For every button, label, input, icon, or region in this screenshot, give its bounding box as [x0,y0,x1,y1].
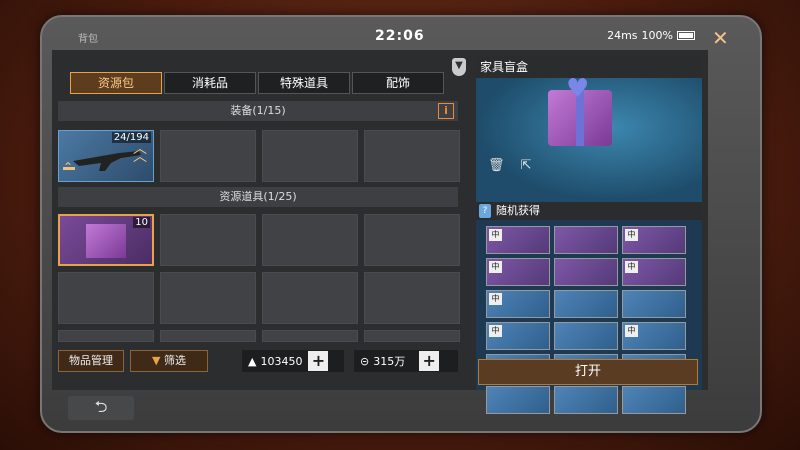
equipment-title: 装备(1/15) [230,104,286,117]
resources-title: 资源道具(1/25) [219,190,297,203]
status-bar: 背包 22:06 24ms 100% [60,28,700,46]
loot-item[interactable] [554,322,618,350]
equipment-grid: 24/194 ︿︿ [58,130,460,182]
loot-item[interactable]: 中 [622,322,686,350]
loot-item[interactable]: 中 [486,258,550,286]
close-icon[interactable]: ✕ [712,26,729,50]
add-currency-1-button[interactable]: + [308,351,329,371]
furniture-box-slot[interactable]: 10 [58,214,154,266]
tier-badge: 中 [625,325,638,337]
empty-slot[interactable] [262,130,358,182]
tier-badge: 中 [489,229,502,241]
empty-slot[interactable] [160,330,256,342]
back-button[interactable]: ⮌ [68,396,134,420]
loot-item[interactable]: 中 [486,290,550,318]
question-icon[interactable]: ? [479,204,491,218]
empty-slot[interactable] [364,214,460,266]
loot-item[interactable] [554,386,618,414]
loot-item[interactable] [622,386,686,414]
currency-2: ⊝ 315万 + [354,350,458,372]
empty-slot[interactable] [58,272,154,324]
empty-slot[interactable] [160,272,256,324]
signal-icon [593,31,604,40]
back-arrow-icon: ⮌ [94,397,108,416]
empty-slot[interactable] [58,330,154,342]
loot-item[interactable]: 中 [486,322,550,350]
rank-chevron-icon: ︿ ︿ [133,141,147,165]
gift-box-icon [548,74,612,146]
empty-slot[interactable] [364,130,460,182]
tab-bar: 资源包 消耗品 特殊道具 配饰 [70,72,444,94]
gift-box-icon [86,224,126,258]
empty-slot[interactable] [364,330,460,342]
latency: 24ms [607,29,638,42]
empty-slot[interactable] [364,272,460,324]
coin-icon: ⊝ [360,354,370,368]
item-management-button[interactable]: 物品管理 [58,350,124,372]
loot-item[interactable] [554,258,618,286]
empty-slot[interactable] [160,130,256,182]
item-detail-panel: 家具盲盒 🗑 ⇱ ? 随机获得 中中中中中中中 [476,56,702,414]
tier-badge: 中 [489,293,502,305]
loot-item[interactable] [554,226,618,254]
loot-grid: 中中中中中中中 [486,226,686,414]
tier-badge: 中 [489,325,502,337]
resources-grid: 10 [58,214,460,342]
loot-item[interactable]: 中 [486,226,550,254]
loot-item[interactable]: 中 [622,226,686,254]
filter-label: 筛选 [163,354,186,367]
loot-item[interactable] [554,290,618,318]
tier-badge: 中 [625,229,638,241]
tab-accessories[interactable]: 配饰 [352,72,444,94]
resources-section-header: 资源道具(1/25) [58,187,458,207]
tab-special-items[interactable]: 特殊道具 [258,72,350,94]
clock: 22:06 [375,28,425,44]
empty-slot[interactable] [262,272,358,324]
filter-button[interactable]: ▼ 筛选 [130,350,208,372]
app-title: 背包 [78,34,98,45]
info-icon[interactable]: i [438,103,454,119]
tab-resource-pack[interactable]: 资源包 [70,72,162,94]
random-rewards-header: ? 随机获得 [476,202,702,220]
loot-item[interactable] [486,386,550,414]
network-status: 24ms 100% [593,29,695,42]
open-button[interactable]: 打开 [478,359,698,385]
tier-badge: 中 [489,261,502,273]
empty-slot[interactable] [160,214,256,266]
tab-consumables[interactable]: 消耗品 [164,72,256,94]
coin-stack-icon: ▲ [248,354,257,368]
add-currency-2-button[interactable]: + [419,351,440,371]
trash-icon[interactable]: 🗑 [488,158,505,174]
loot-item[interactable]: 中 [622,258,686,286]
empty-slot[interactable] [262,214,358,266]
empty-slot[interactable] [262,330,358,342]
filter-icon: ▼ [152,354,161,367]
share-icon[interactable]: ⇱ [518,158,534,174]
currency-2-value: 315万 [373,355,406,368]
box-count: 10 [133,217,150,228]
currency-1: ▲ 103450 + [242,350,344,372]
rank-chevron-icon [63,160,75,175]
equipment-section-header: 装备(1/15) i [58,101,458,121]
battery-icon [677,31,695,40]
tier-badge: 中 [625,261,638,273]
pin-icon[interactable]: ▼ [452,58,466,76]
loot-item[interactable] [622,290,686,318]
currency-1-value: 103450 [260,354,303,368]
battery-percent: 100% [641,29,673,42]
item-preview: 🗑 ⇱ [476,74,702,202]
random-label: 随机获得 [496,204,540,217]
weapon-slot[interactable]: 24/194 ︿︿ [58,130,154,182]
